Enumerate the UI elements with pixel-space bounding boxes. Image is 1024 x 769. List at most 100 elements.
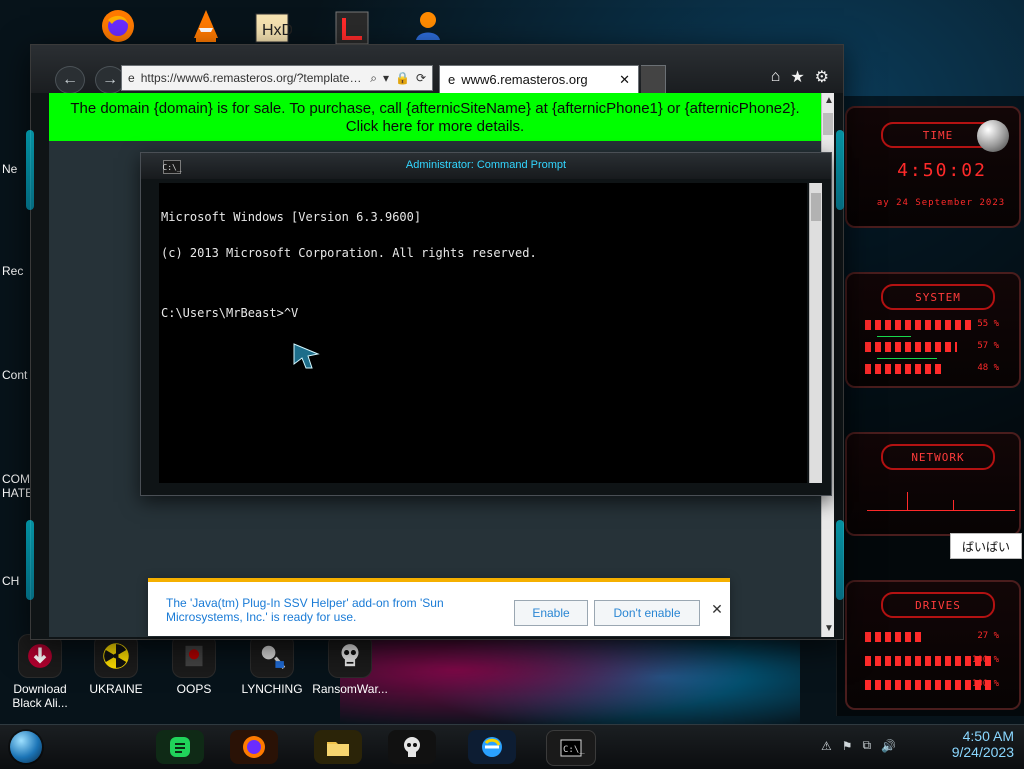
home-icon[interactable]: ⌂ bbox=[771, 68, 781, 86]
firefox-taskbar-icon bbox=[243, 736, 265, 758]
page-scroll-thumb[interactable] bbox=[823, 113, 833, 135]
alien-logo-icon bbox=[977, 120, 1009, 152]
hxd-icon[interactable]: HxD bbox=[250, 8, 294, 48]
tray-network-icon[interactable]: ⧉ bbox=[862, 738, 871, 753]
user-icon[interactable] bbox=[406, 6, 450, 46]
taskbar-skull-app[interactable] bbox=[388, 730, 436, 764]
command-prompt-window[interactable]: C:\_ Administrator: Command Prompt Micro… bbox=[140, 152, 832, 496]
desktop-icon-label: OOPS bbox=[176, 682, 212, 696]
tooltip-bubble: ばいばい bbox=[950, 533, 1022, 559]
infobar-message: The 'Java(tm) Plug-In SSV Helper' add-on… bbox=[166, 596, 444, 624]
dropdown-icon[interactable]: ▾ bbox=[383, 71, 389, 85]
taskbar-internet-explorer[interactable] bbox=[468, 730, 516, 764]
close-infobar-icon[interactable]: ✕ bbox=[710, 602, 724, 616]
drive-value-1: 100 % bbox=[971, 655, 999, 665]
settings-gear-icon[interactable]: ⚙ bbox=[815, 67, 829, 87]
app-icon[interactable] bbox=[330, 8, 374, 48]
active-tab[interactable]: e www6.remasteros.org ✕ bbox=[439, 65, 639, 93]
system-tray: ⚠ ⚑ ⧉ 🔊 bbox=[821, 738, 896, 753]
cmd-titlebar[interactable]: C:\_ Administrator: Command Prompt bbox=[141, 153, 831, 179]
system-value-2: 48 % bbox=[977, 363, 999, 373]
cmd-line: Microsoft Windows [Version 6.3.9600] bbox=[161, 210, 422, 224]
domain-for-sale-banner[interactable]: The domain {domain} is for sale. To purc… bbox=[49, 93, 821, 141]
skull-icon bbox=[328, 634, 372, 678]
forward-arrow-icon: → bbox=[102, 71, 118, 88]
ie-right-icons: ⌂ ★ ⚙ bbox=[771, 67, 829, 87]
desktop-icon-download[interactable]: Download Black Ali... bbox=[0, 634, 80, 710]
lock-icon: 🔒 bbox=[394, 71, 410, 85]
network-graph bbox=[867, 480, 1015, 511]
date-value: ay 24 September 2023 bbox=[876, 198, 1006, 208]
tray-flag-icon[interactable]: ⚑ bbox=[842, 739, 853, 753]
skull-taskbar-icon bbox=[404, 737, 420, 757]
taskbar-file-explorer[interactable] bbox=[314, 730, 362, 764]
refresh-icon[interactable]: ⟳ bbox=[416, 71, 426, 85]
mouse-cursor-icon bbox=[293, 343, 320, 369]
cmd-taskbar-icon: C:\_ bbox=[560, 739, 585, 757]
system-bar-0 bbox=[865, 320, 975, 330]
vlc-icon[interactable] bbox=[184, 6, 228, 46]
system-value-0: 55 % bbox=[977, 319, 999, 329]
start-button[interactable] bbox=[10, 731, 42, 763]
desktop-background: HxD Ne Rec Cont COMM HATE CH Download Bl… bbox=[0, 0, 1024, 769]
system-monitor-gadget: TIME 4:50:02 ay 24 September 2023 SYSTEM… bbox=[836, 96, 1024, 716]
left-item-label: Ne bbox=[2, 162, 18, 176]
desktop-icon-ukraine[interactable]: UKRAINE bbox=[76, 634, 156, 696]
dont-enable-button[interactable]: Don't enable bbox=[594, 600, 700, 626]
address-url: https://www6.remasteros.org/?template=A bbox=[140, 71, 365, 85]
ie-page-icon: e bbox=[128, 71, 135, 85]
left-item-label: CH bbox=[2, 574, 20, 588]
time-panel: TIME 4:50:02 ay 24 September 2023 bbox=[845, 106, 1021, 228]
cmd-scroll-thumb[interactable] bbox=[811, 193, 821, 221]
neon-edge-right bbox=[836, 130, 844, 210]
tab-title: www6.remasteros.org bbox=[461, 72, 588, 87]
close-tab-icon[interactable]: ✕ bbox=[619, 72, 630, 88]
taskbar-clock[interactable]: 4:50 AM 9/24/2023 bbox=[904, 728, 1014, 760]
drive-value-0: 27 % bbox=[977, 631, 999, 641]
taskbar-app-green[interactable] bbox=[156, 730, 204, 764]
enable-button[interactable]: Enable bbox=[514, 600, 588, 626]
favorites-icon[interactable]: ★ bbox=[790, 67, 804, 87]
system-bar-1 bbox=[865, 342, 957, 352]
new-tab-button[interactable] bbox=[641, 65, 666, 95]
desktop-icon-oops[interactable]: OOPS bbox=[154, 634, 234, 696]
search-icon[interactable]: ⌕ bbox=[370, 71, 377, 86]
scroll-up-icon[interactable]: ▲ bbox=[824, 96, 834, 106]
system-bar-2 bbox=[865, 364, 941, 374]
address-bar[interactable]: e https://www6.remasteros.org/?template=… bbox=[121, 65, 433, 91]
system-value-1: 57 % bbox=[977, 341, 999, 351]
system-panel: SYSTEM 55 % 57 % 48 % bbox=[845, 272, 1021, 388]
neon-edge-left-2 bbox=[26, 520, 34, 600]
firefox-icon[interactable] bbox=[96, 6, 140, 46]
user-icon-graphic bbox=[416, 12, 440, 40]
left-item-label: Cont bbox=[2, 368, 28, 382]
tray-warning-icon[interactable]: ⚠ bbox=[821, 739, 832, 753]
cmd-scrollbar[interactable] bbox=[809, 183, 822, 483]
clock-date: 9/24/2023 bbox=[951, 744, 1014, 760]
svg-text:C:\_: C:\_ bbox=[563, 745, 585, 755]
desktop-icon-label: LYNCHING bbox=[241, 682, 303, 696]
scroll-down-icon[interactable]: ▼ bbox=[824, 624, 834, 634]
desktop-icon-label: UKRAINE bbox=[89, 682, 143, 696]
cmd-title-text: Administrator: Command Prompt bbox=[405, 159, 567, 171]
system-green-line-0 bbox=[877, 336, 911, 337]
desktop-icon-label: RansomWar... bbox=[312, 682, 388, 696]
back-button[interactable]: ← bbox=[55, 66, 85, 94]
system-green-line-1 bbox=[877, 358, 937, 359]
addon-infobar: The 'Java(tm) Plug-In SSV Helper' add-on… bbox=[148, 578, 730, 636]
left-item-label: Rec bbox=[2, 264, 24, 278]
green-app-icon bbox=[170, 737, 190, 757]
desktop-icon-lynching[interactable]: LYNCHING bbox=[232, 634, 312, 696]
folder-icon bbox=[327, 742, 349, 756]
ie-icon bbox=[482, 737, 502, 757]
taskbar-firefox[interactable] bbox=[230, 730, 278, 764]
taskbar-command-prompt[interactable]: C:\_ bbox=[546, 730, 596, 766]
lynching-icon bbox=[250, 634, 294, 678]
desktop-icon-ransomware[interactable]: RansomWar... bbox=[310, 634, 390, 696]
cmd-console[interactable]: Microsoft Windows [Version 6.3.9600] (c)… bbox=[159, 183, 807, 483]
tray-volume-icon[interactable]: 🔊 bbox=[881, 739, 896, 753]
vlc-icon-graphic bbox=[194, 10, 218, 42]
system-title: SYSTEM bbox=[881, 284, 995, 310]
cmd-line: C:\Users\MrBeast>^V bbox=[161, 306, 299, 320]
firefox-icon-graphic bbox=[102, 10, 134, 42]
